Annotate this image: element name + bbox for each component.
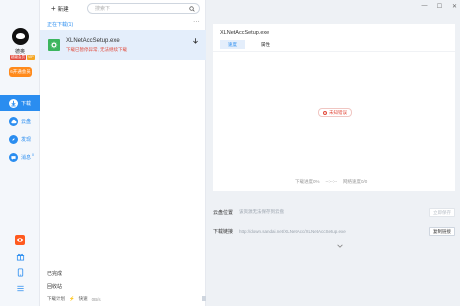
- nav-item-discover[interactable]: 发现: [0, 131, 40, 147]
- completed-link[interactable]: 已完成: [47, 270, 62, 277]
- compass-icon: [9, 134, 18, 144]
- new-task-label: 新建: [57, 7, 69, 13]
- more-options-icon[interactable]: ···: [193, 19, 200, 25]
- detail-panel: — ☐ ✕ XLNetAccSetup.exe 速度 属性 ! 未知错误 下载进…: [206, 0, 460, 306]
- download-link-value[interactable]: http://down.sandai.net/XLNetAcc/XLNetAcc…: [239, 229, 346, 234]
- search-box[interactable]: [87, 3, 200, 14]
- speed-mode-label[interactable]: 快速: [79, 296, 88, 302]
- status-bar: 下载计划 ⚡ 快速 0B/s: [47, 296, 207, 302]
- nav-item-message[interactable]: 消息 0: [0, 149, 40, 165]
- message-count-badge: 0: [32, 152, 34, 157]
- nav-label-discover: 发现: [21, 136, 32, 143]
- save-now-button[interactable]: 立即保存: [429, 207, 455, 217]
- eye-icon[interactable]: [15, 235, 25, 245]
- download-list-panel: + 新建 正在下载(1) ··· XLNetAccSetup.exe 下载已暂停…: [40, 0, 207, 306]
- super-vip-badge: 超级会员: [10, 55, 26, 60]
- eta-text: --:--:--: [325, 179, 338, 184]
- download-item-name: XLNetAccSetup.exe: [66, 38, 120, 44]
- message-icon: [9, 152, 18, 162]
- copy-link-button[interactable]: 复制链接: [429, 226, 455, 236]
- new-task-button[interactable]: + 新建: [51, 4, 69, 14]
- phone-icon[interactable]: [15, 267, 25, 277]
- vip-badge: VIP: [27, 55, 35, 60]
- tab-properties[interactable]: 属性: [253, 40, 278, 49]
- nav-item-download[interactable]: 下载: [0, 95, 40, 111]
- menu-icon[interactable]: [15, 283, 25, 293]
- download-start-icon[interactable]: [192, 37, 199, 47]
- download-link-row: 下载链接 http://down.sandai.net/XLNetAcc/XLN…: [213, 226, 455, 236]
- download-link-label: 下载链接: [213, 228, 234, 235]
- network-speed-text: 网络速度0/0: [343, 179, 368, 184]
- error-badge-label: 未知错误: [329, 109, 347, 115]
- detail-card: XLNetAccSetup.exe 速度 属性 ! 未知错误 下载进度0% --…: [213, 24, 455, 191]
- download-item-status: 下载已暂停异常, 无法继续下载: [66, 47, 127, 52]
- progress-row: 下载进度0% --:--:-- 网络速度0/0: [295, 179, 367, 185]
- close-icon[interactable]: ✕: [451, 3, 458, 10]
- error-badge: ! 未知错误: [318, 108, 352, 117]
- exe-file-icon: [48, 39, 60, 51]
- divider: [213, 51, 455, 52]
- cloud-location-label: 云盘位置: [213, 209, 234, 216]
- left-nav: 德奥 超级会员 VIP 6开通会员 下载 云盘 发现 消息 0: [0, 0, 40, 306]
- downloading-section-header[interactable]: 正在下载(1) ···: [40, 19, 206, 29]
- download-icon: [9, 98, 18, 108]
- progress-text: 下载进度0%: [295, 179, 320, 184]
- plus-icon: +: [51, 4, 56, 13]
- tab-speed[interactable]: 速度: [220, 40, 245, 49]
- cloud-location-row: 云盘位置 该资源无法保存到云盘 立即保存: [213, 207, 455, 217]
- downloading-section-label: 正在下载(1): [47, 21, 74, 28]
- download-speed: 0B/s: [91, 296, 101, 302]
- error-icon: !: [323, 110, 327, 115]
- avatar[interactable]: [12, 28, 29, 45]
- expand-chevron-icon[interactable]: [337, 244, 343, 250]
- vip-badges: 超级会员 VIP: [10, 55, 35, 60]
- maximize-icon[interactable]: ☐: [436, 3, 443, 10]
- detail-tabs: 速度 属性: [220, 40, 278, 49]
- toolbar: + 新建: [40, 0, 206, 18]
- window-controls: — ☐ ✕: [421, 3, 458, 10]
- nav-label-download: 下载: [21, 100, 32, 107]
- cloud-icon: [9, 116, 18, 126]
- recycle-bin-link[interactable]: 回收站: [47, 283, 62, 290]
- nav-label-message: 消息: [21, 154, 32, 161]
- download-plan-label[interactable]: 下载计划: [47, 296, 65, 302]
- username[interactable]: 德奥: [0, 48, 40, 55]
- gift-icon[interactable]: [15, 251, 25, 261]
- speed-mode-icon[interactable]: ⚡: [69, 296, 75, 302]
- search-input[interactable]: [95, 5, 183, 13]
- search-icon[interactable]: [189, 5, 195, 12]
- open-vip-button[interactable]: 6开通会员: [9, 67, 32, 77]
- download-item[interactable]: XLNetAccSetup.exe 下载已暂停异常, 无法继续下载: [40, 30, 206, 60]
- nav-label-cloud: 云盘: [21, 118, 32, 125]
- detail-info: 云盘位置 该资源无法保存到云盘 立即保存 下载链接 http://down.sa…: [213, 207, 455, 257]
- nav-item-cloud[interactable]: 云盘: [0, 113, 40, 129]
- detail-file-title: XLNetAccSetup.exe: [220, 30, 270, 36]
- cloud-location-value: 该资源无法保存到云盘: [239, 209, 284, 214]
- minimize-icon[interactable]: —: [421, 3, 428, 10]
